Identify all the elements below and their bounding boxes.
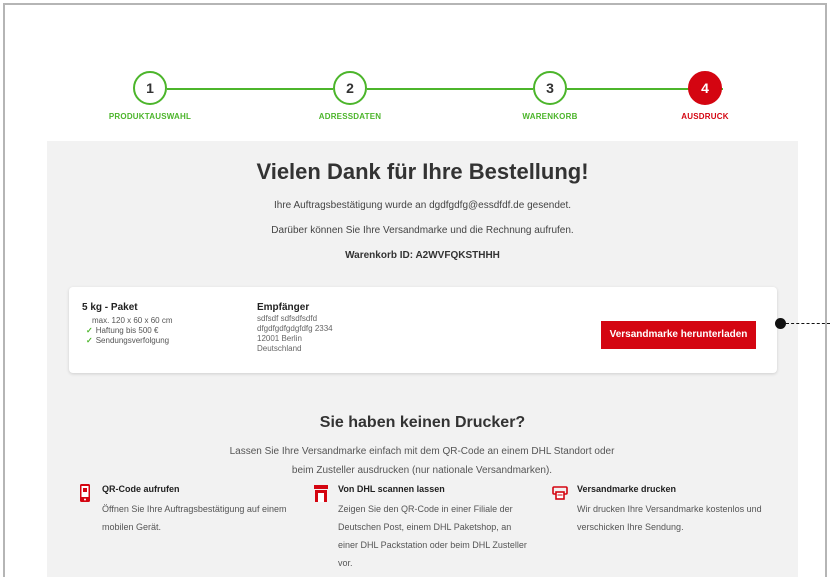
annotation-dot [775, 318, 786, 329]
annotation-line [786, 323, 830, 324]
feature-text: Öffnen Sie Ihre Auftragsbestätigung auf … [102, 504, 287, 532]
check-icon: ✓ [86, 336, 93, 345]
step-label: AUSDRUCK [681, 112, 729, 121]
confirmation-panel: Vielen Dank für Ihre Bestellung! Ihre Au… [47, 141, 798, 577]
check-icon: ✓ [86, 326, 93, 335]
step-adressdaten[interactable]: 2 ADRESSDATEN [290, 71, 410, 121]
step-ausdruck: 4 AUSDRUCK [645, 71, 765, 121]
feature-title: QR-Code aufrufen [102, 484, 180, 494]
recipient-line: Deutschland [257, 344, 302, 353]
feature-title: Von DHL scannen lassen [338, 484, 445, 494]
recipient-info: Empfänger sdfsdf sdfsdfsdfd dfgdfgdfgdgf… [257, 302, 457, 353]
recipient-line: 12001 Berlin [257, 334, 302, 343]
product-dimensions: max. 120 x 60 x 60 cm [92, 316, 173, 325]
checkout-stepper: 1 PRODUKTAUSWAHL 2 ADRESSDATEN 3 WARENKO… [90, 71, 770, 131]
feature-qr-code: QR-Code aufrufen Öffnen Sie Ihre Auftrag… [77, 484, 297, 536]
feature-text: Zeigen Sie den QR-Code in einer Filiale … [338, 504, 527, 568]
step-label: PRODUKTAUSWAHL [108, 112, 192, 121]
feature-title: Versandmarke drucken [577, 484, 677, 494]
product-feature: ✓ Sendungsverfolgung [86, 336, 170, 345]
page-title: Vielen Dank für Ihre Bestellung! [256, 159, 589, 184]
info-text: Darüber können Sie Ihre Versandmarke und… [271, 225, 574, 236]
recipient-line: dfgdfgdfgdgfdfg 2334 [257, 324, 333, 333]
step-number: 3 [533, 71, 567, 105]
recipient-heading: Empfänger [257, 302, 310, 313]
email-confirmation-text: Ihre Auftragsbestätigung wurde an dgdfgd… [273, 200, 572, 211]
feature-scan: Von DHL scannen lassen Zeigen Sie den QR… [313, 484, 533, 572]
order-card: 5 kg - Paket max. 120 x 60 x 60 cm ✓ Haft… [69, 287, 777, 373]
recipient-line: sdfsdf sdfsdfsdfd [257, 314, 318, 323]
product-feature: ✓ Haftung bis 500 € [86, 326, 159, 335]
product-info: 5 kg - Paket max. 120 x 60 x 60 cm ✓ Haft… [82, 302, 252, 345]
step-warenkorb[interactable]: 3 WARENKORB [490, 71, 610, 121]
no-printer-text: Lassen Sie Ihre Versandmarke einfach mit… [229, 446, 615, 476]
feature-print: Versandmarke drucken Wir drucken Ihre Ve… [552, 484, 772, 536]
mobile-phone-icon [80, 484, 90, 502]
step-number: 4 [688, 71, 722, 105]
step-label: WARENKORB [522, 112, 578, 121]
product-name: 5 kg - Paket [82, 302, 138, 313]
download-label-button[interactable]: Versandmarke herunterladen [601, 321, 756, 349]
store-icon [314, 485, 328, 502]
step-produktauswahl[interactable]: 1 PRODUKTAUSWAHL [90, 71, 210, 121]
step-number: 1 [133, 71, 167, 105]
step-number: 2 [333, 71, 367, 105]
no-printer-title: Sie haben keinen Drucker? [319, 414, 526, 431]
cart-id: Warenkorb ID: A2WVFQKSTHHH [345, 250, 500, 261]
printer-icon [552, 486, 568, 500]
step-label: ADRESSDATEN [318, 112, 382, 121]
feature-text: Wir drucken Ihre Versandmarke kostenlos … [577, 504, 762, 532]
